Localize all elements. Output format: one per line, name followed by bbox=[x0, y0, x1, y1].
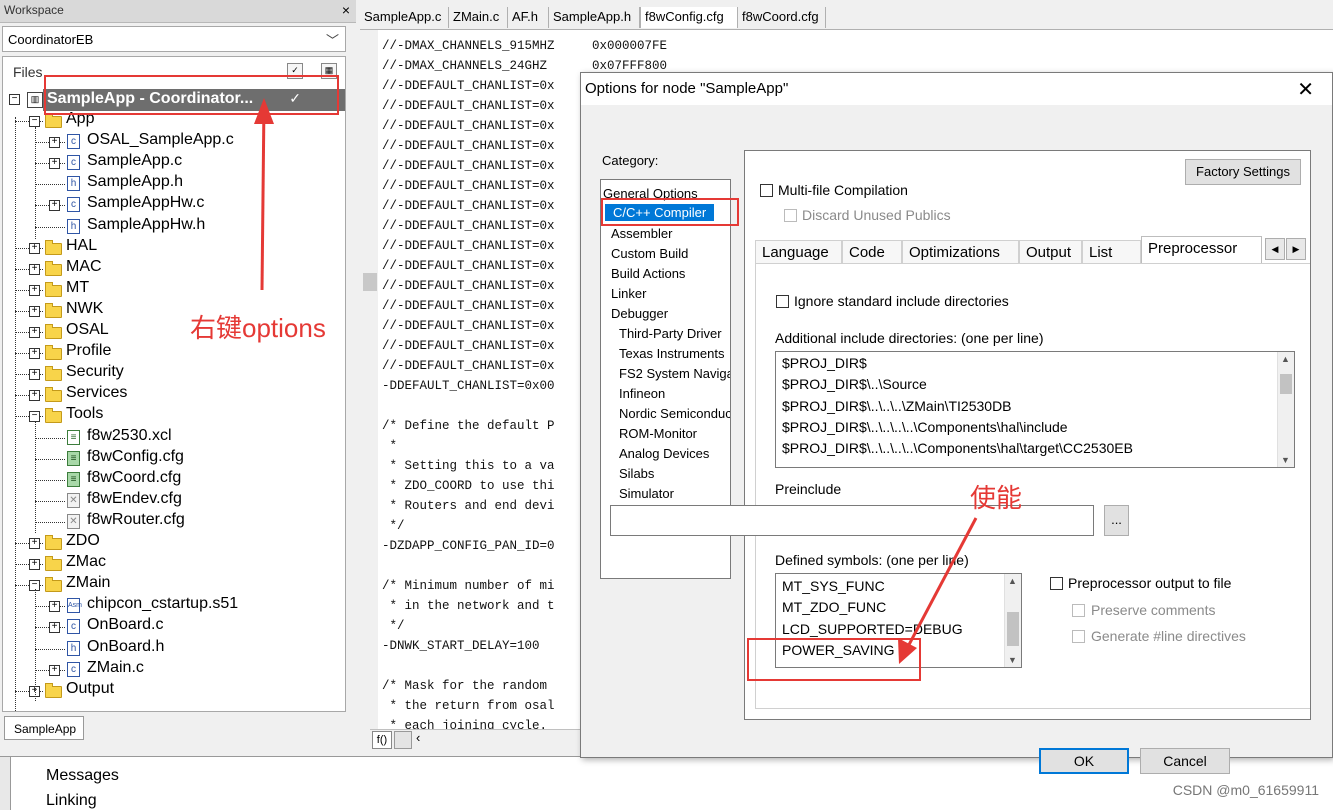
watermark: CSDN @m0_61659911 bbox=[1172, 782, 1319, 798]
arrow-up-head bbox=[254, 98, 274, 124]
annotation-arrows bbox=[254, 98, 978, 664]
arrow-down-head bbox=[898, 638, 917, 664]
arrow-up-line bbox=[260, 101, 266, 291]
arrow-down-line bbox=[901, 517, 978, 657]
